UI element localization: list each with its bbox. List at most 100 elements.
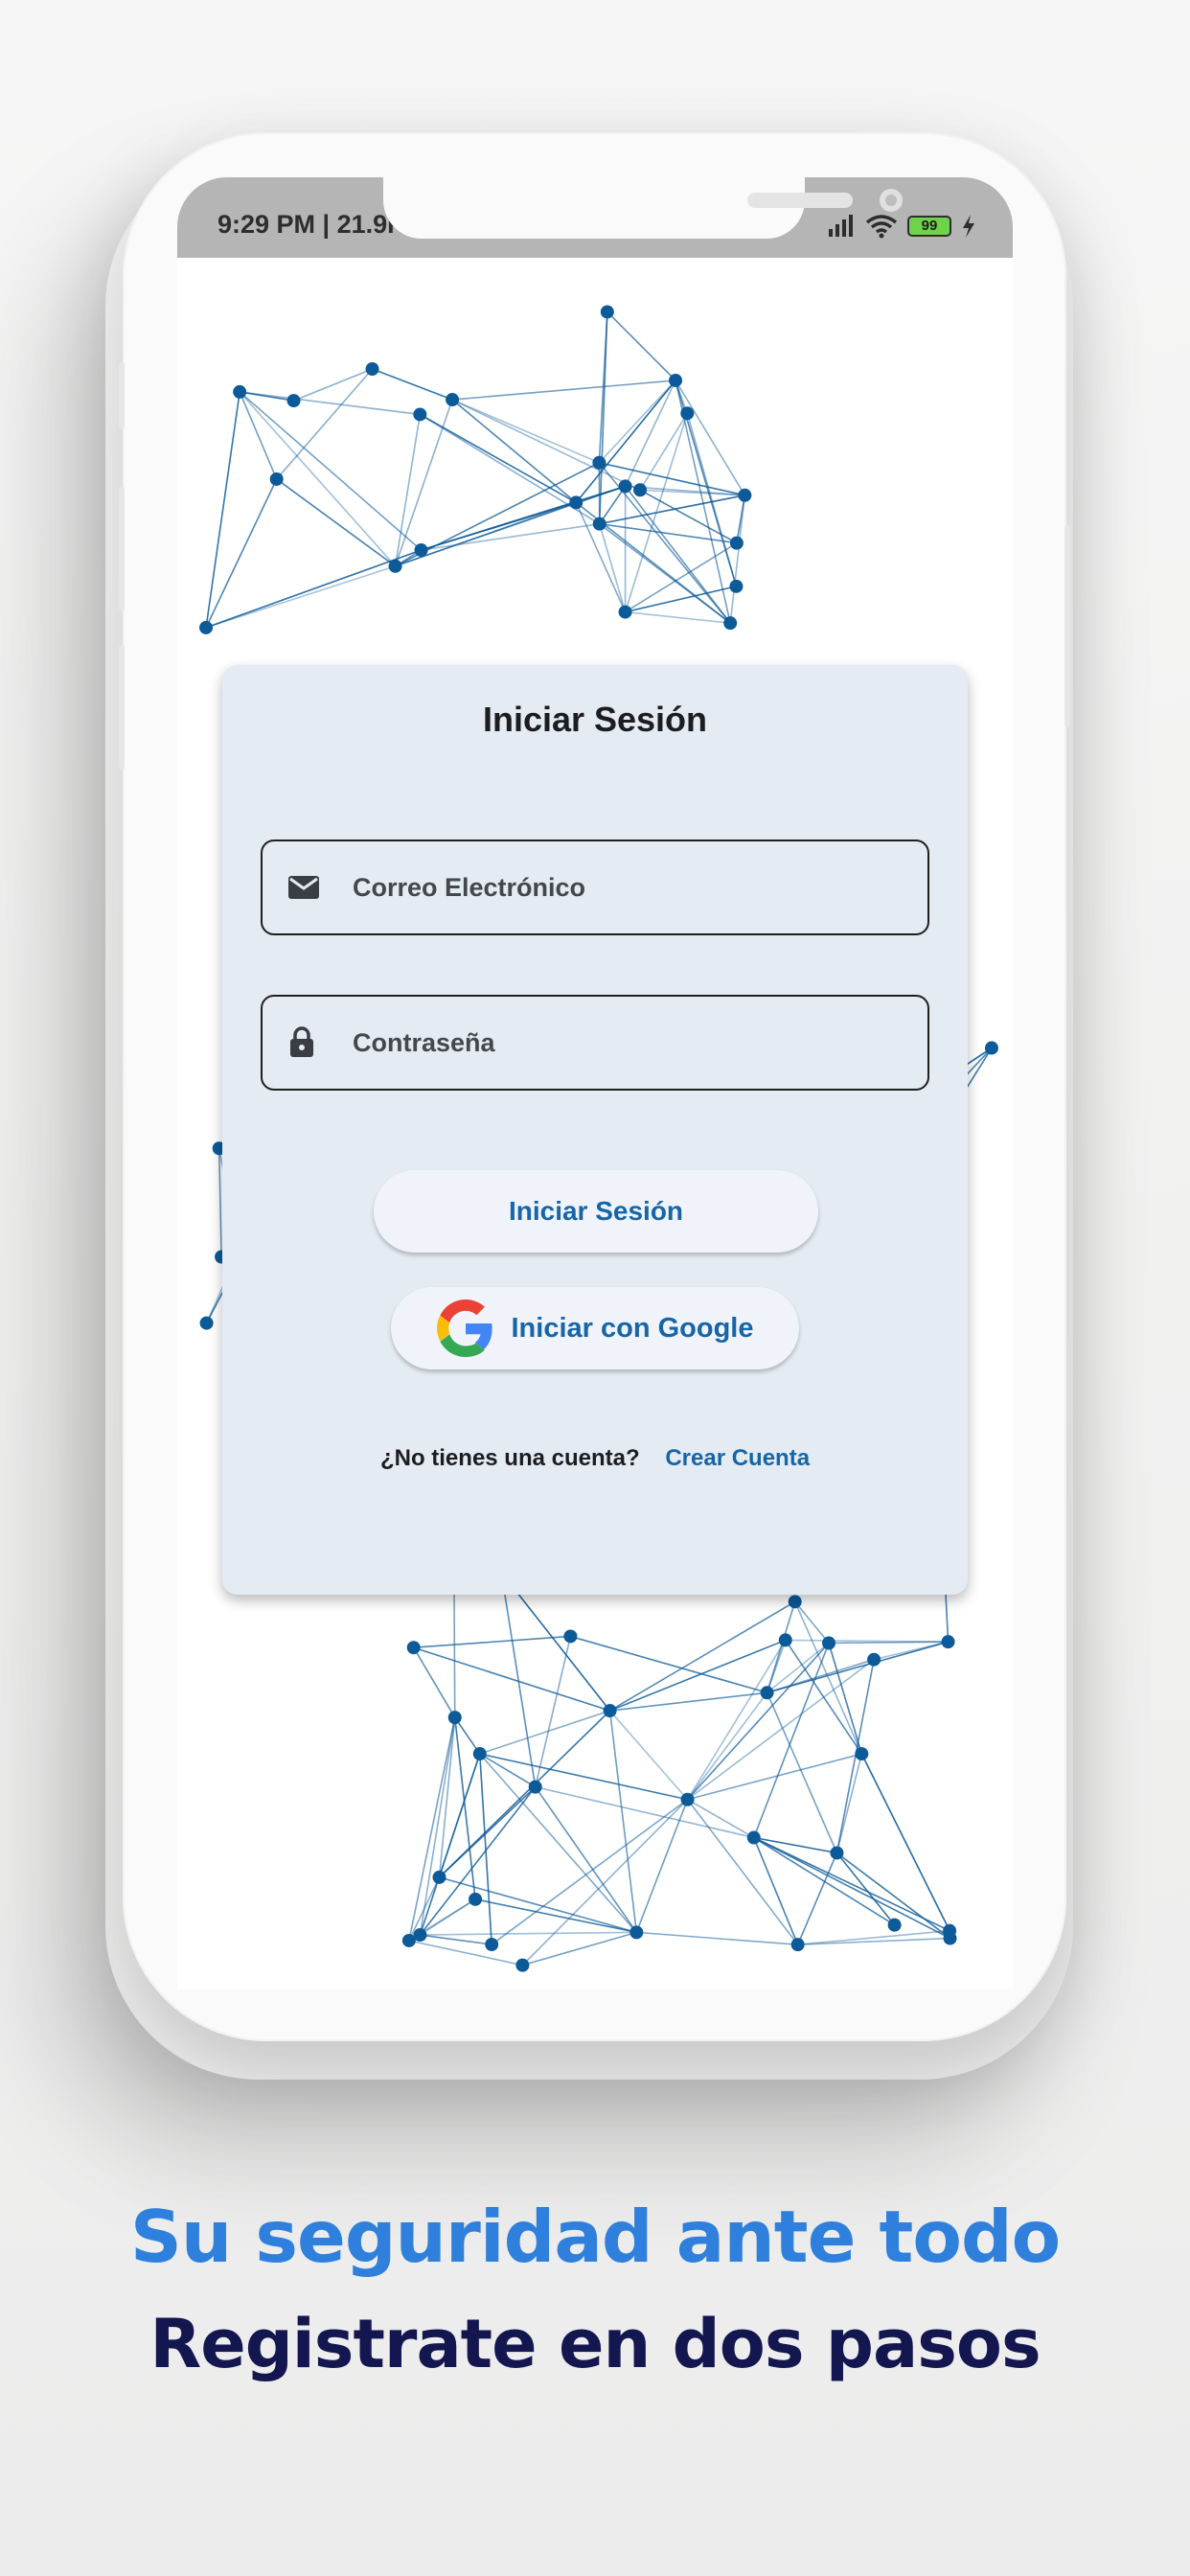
google-login-label: Iniciar con Google xyxy=(511,1312,754,1344)
email-icon xyxy=(287,874,345,901)
network-node xyxy=(413,1928,427,1943)
network-edge xyxy=(608,1710,689,1801)
network-edge xyxy=(535,1785,754,1839)
network-edge xyxy=(606,310,676,381)
network-edge xyxy=(408,1940,523,1966)
network-edge xyxy=(479,1753,688,1801)
network-node xyxy=(680,1792,695,1806)
network-edge xyxy=(534,1636,572,1787)
network-edge xyxy=(500,1572,537,1787)
network-edge xyxy=(421,501,577,551)
network-edge xyxy=(239,391,423,551)
network-node xyxy=(760,1686,774,1700)
login-button[interactable]: Iniciar Sesión xyxy=(374,1170,818,1253)
network-node xyxy=(569,495,584,510)
network-node xyxy=(633,483,648,497)
network-edge xyxy=(205,565,396,629)
network-edge xyxy=(675,380,746,496)
front-camera xyxy=(880,189,903,212)
phone-power-button xyxy=(1064,525,1070,726)
email-input[interactable] xyxy=(351,858,927,917)
network-node xyxy=(485,1938,499,1952)
network-node xyxy=(269,472,284,486)
network-edge xyxy=(625,610,731,624)
network-edge xyxy=(687,1799,755,1839)
network-node xyxy=(941,1635,955,1649)
create-account-link[interactable]: Crear Cuenta xyxy=(665,1445,810,1471)
network-edge xyxy=(408,1716,456,1942)
signup-row: ¿No tienes una cuenta? Crear Cuenta xyxy=(222,1445,968,1472)
network-edge xyxy=(413,1646,610,1712)
network-node xyxy=(778,1633,792,1647)
network-edge xyxy=(293,368,373,402)
network-edge xyxy=(452,380,676,401)
network-edge xyxy=(835,1753,863,1853)
battery-level: 99 xyxy=(921,218,938,234)
network-node xyxy=(515,1958,530,1972)
network-edge xyxy=(753,1836,950,1940)
google-logo-icon xyxy=(436,1300,492,1357)
phone-side-button xyxy=(119,362,125,429)
network-edge xyxy=(419,1786,537,1936)
network-node xyxy=(446,393,460,407)
network-node xyxy=(729,536,744,550)
password-input[interactable] xyxy=(351,1013,927,1072)
network-node xyxy=(600,305,614,319)
network-edge xyxy=(413,1635,571,1649)
network-node xyxy=(469,1892,483,1906)
network-edge xyxy=(276,368,374,480)
network-edge xyxy=(394,414,422,566)
network-edge xyxy=(478,1754,492,1945)
network-edge xyxy=(419,1717,456,1936)
network-edge xyxy=(829,1641,949,1644)
network-node xyxy=(822,1636,836,1650)
network-edge xyxy=(599,485,627,525)
network-node xyxy=(723,616,738,631)
network-edge xyxy=(796,1852,838,1945)
network-edge xyxy=(635,1799,689,1933)
network-edge xyxy=(240,391,421,416)
network-edge xyxy=(686,1640,787,1801)
password-field[interactable] xyxy=(261,995,929,1091)
network-edge xyxy=(797,1929,950,1945)
network-edge xyxy=(570,1635,767,1694)
login-card: Iniciar Sesión Iniciar Sesión xyxy=(222,665,968,1595)
speaker-grille xyxy=(747,193,853,208)
no-account-text: ¿No tienes una cuenta? xyxy=(379,1445,640,1471)
network-edge xyxy=(794,1600,830,1644)
network-edge xyxy=(451,399,641,492)
wifi-icon xyxy=(865,215,898,239)
network-node xyxy=(528,1780,542,1794)
network-edge xyxy=(420,1934,492,1945)
network-edge xyxy=(419,413,577,504)
network-node xyxy=(790,1938,805,1952)
network-edge xyxy=(420,1931,637,1936)
network-edge xyxy=(636,1931,798,1945)
phone-notch xyxy=(383,177,903,239)
network-node xyxy=(629,1925,644,1940)
network-edge xyxy=(420,1898,476,1936)
google-login-button[interactable]: Iniciar con Google xyxy=(391,1287,799,1369)
network-node xyxy=(943,1931,957,1945)
network-edge xyxy=(451,399,600,464)
network-node xyxy=(618,479,632,494)
network-edge xyxy=(767,1641,949,1694)
network-node xyxy=(867,1652,881,1667)
network-node xyxy=(680,406,695,421)
network-node xyxy=(788,1595,802,1609)
network-edge xyxy=(453,1717,476,1899)
charging-icon xyxy=(963,215,974,238)
login-title: Iniciar Sesión xyxy=(482,700,708,739)
network-edge xyxy=(439,1876,637,1934)
network-node xyxy=(738,488,752,502)
email-field[interactable] xyxy=(261,840,929,935)
network-node xyxy=(413,407,427,422)
network-edge xyxy=(239,391,278,480)
network-edge xyxy=(451,399,577,504)
battery-icon: 99 xyxy=(907,216,951,237)
network-edge xyxy=(686,1642,830,1801)
network-node xyxy=(592,517,606,531)
network-edge xyxy=(729,494,746,624)
network-node xyxy=(669,373,683,387)
network-edge xyxy=(521,1799,689,1966)
